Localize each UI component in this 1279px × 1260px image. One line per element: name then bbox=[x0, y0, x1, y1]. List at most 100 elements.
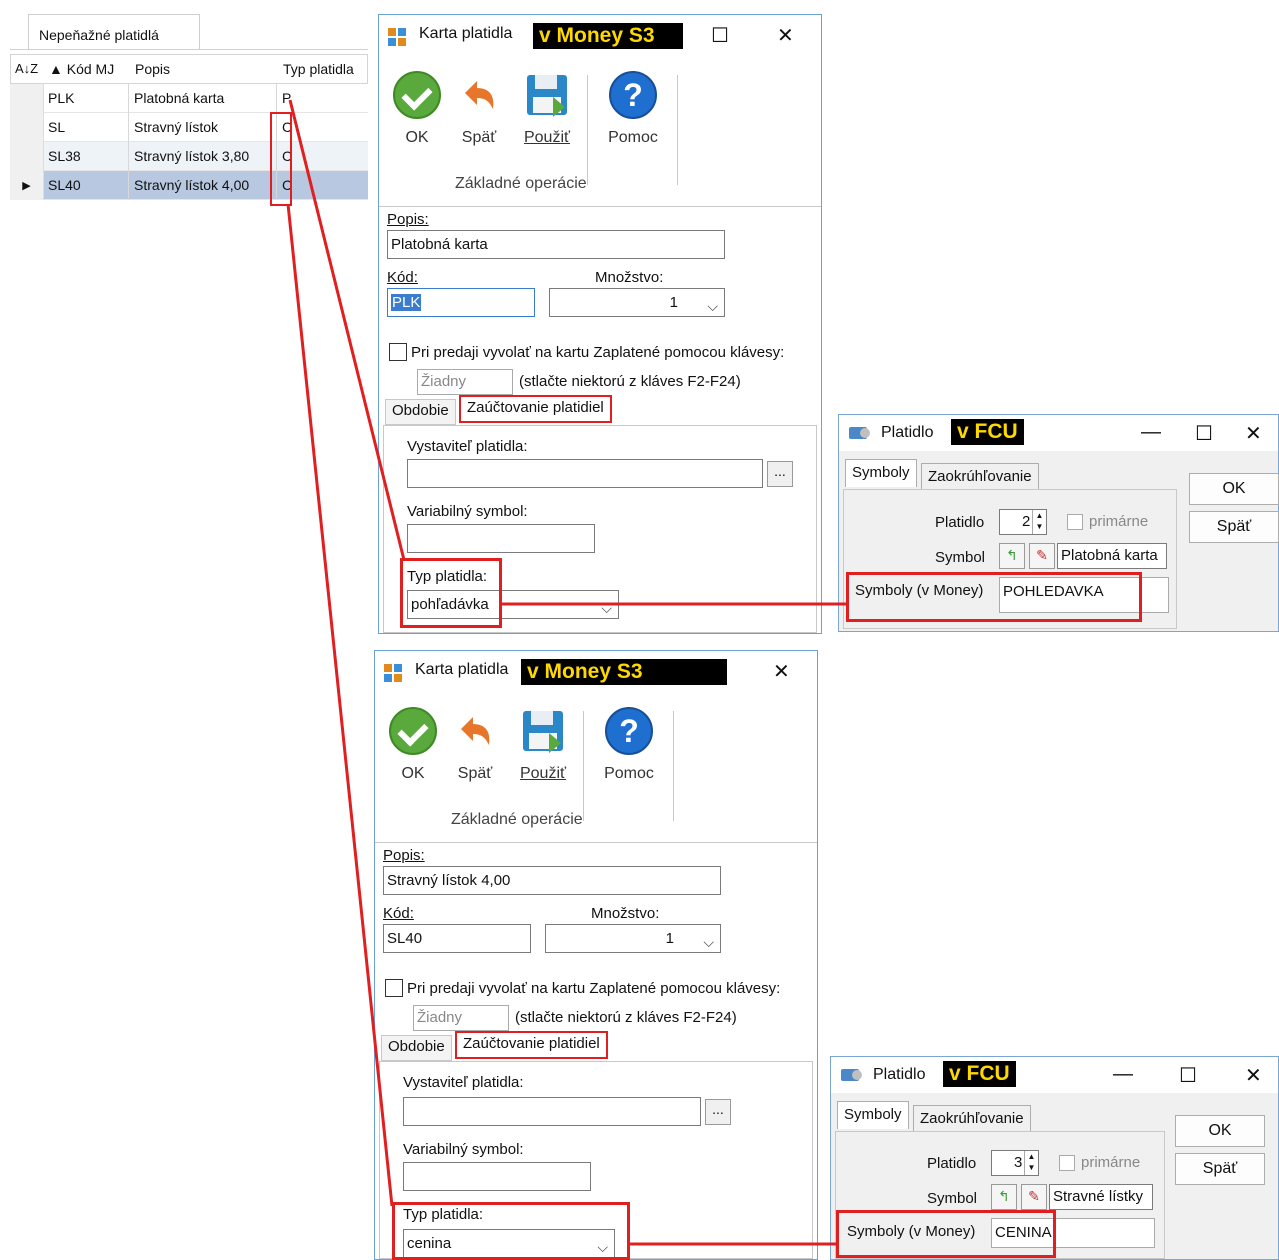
vystavitel-input[interactable] bbox=[407, 459, 763, 488]
minimize-icon[interactable]: — bbox=[1141, 421, 1161, 444]
platidlo-value: 2 bbox=[1022, 513, 1031, 530]
row-indicator bbox=[10, 84, 44, 113]
hotkey-input[interactable]: Žiadny bbox=[413, 1005, 509, 1031]
variabilny-symbol-label: Variabilný symbol: bbox=[407, 503, 528, 520]
back-button[interactable]: Späť bbox=[1189, 511, 1279, 543]
save-icon bbox=[523, 711, 563, 753]
ok-button[interactable]: OK bbox=[393, 71, 441, 147]
save-icon bbox=[527, 75, 567, 117]
edit-icon[interactable]: ✎ bbox=[1021, 1184, 1047, 1210]
back-button[interactable]: Späť bbox=[453, 71, 505, 147]
chevron-down-icon: ⌵ bbox=[601, 600, 612, 616]
edit-icon[interactable]: ✎ bbox=[1029, 543, 1055, 569]
column-header-popis[interactable]: Popis bbox=[135, 61, 170, 77]
close-icon[interactable]: ✕ bbox=[1245, 1063, 1262, 1088]
cell-kod: SL bbox=[48, 119, 66, 135]
platidlo-spinner[interactable]: 3 ▲ ▼ bbox=[991, 1150, 1039, 1176]
back-button[interactable]: Späť bbox=[449, 707, 501, 783]
kod-input[interactable]: PLK bbox=[387, 288, 535, 317]
tab-zauctovanie-platidiel[interactable]: Zaúčtovanie platidiel bbox=[455, 1031, 608, 1059]
platidlo-value: 3 bbox=[1014, 1154, 1023, 1171]
cell-popis: Platobná karta bbox=[134, 90, 225, 106]
browse-button[interactable]: ... bbox=[767, 461, 793, 487]
popis-input[interactable]: Platobná karta bbox=[387, 230, 725, 259]
platidlo-label: Platidlo bbox=[935, 514, 985, 531]
table-row-selected[interactable]: ▶ SL40 Stravný lístok 4,00 C bbox=[10, 171, 368, 200]
hotkey-checkbox[interactable] bbox=[385, 979, 403, 997]
undo-arrow-icon bbox=[465, 81, 494, 109]
undo-icon[interactable]: ↰ bbox=[999, 543, 1025, 569]
popis-input[interactable]: Stravný lístok 4,00 bbox=[383, 866, 721, 895]
help-icon: ? bbox=[609, 71, 657, 119]
ok-label: OK bbox=[405, 129, 429, 146]
title-bar: Karta platidla v Money S3 ✕ bbox=[375, 651, 817, 691]
browse-button[interactable]: ... bbox=[705, 1099, 731, 1125]
platidlo-spinner[interactable]: 2 ▲ ▼ bbox=[999, 509, 1047, 535]
ok-button[interactable]: OK bbox=[389, 707, 437, 783]
mnozstvo-combo[interactable]: 1 ⌵ bbox=[545, 924, 721, 953]
cell-kod: SL38 bbox=[48, 148, 81, 164]
minimize-icon[interactable]: — bbox=[1113, 1063, 1133, 1086]
maximize-icon[interactable]: ☐ bbox=[711, 23, 729, 48]
mnozstvo-label: Množstvo: bbox=[591, 905, 660, 922]
hotkey-input[interactable]: Žiadny bbox=[417, 369, 513, 395]
apply-button[interactable]: Použiť bbox=[517, 71, 577, 147]
close-icon[interactable]: ✕ bbox=[1245, 421, 1262, 446]
hotkey-checkbox[interactable] bbox=[389, 343, 407, 361]
toolbar: OK Späť Použiť ? Pomoc Základné operácie bbox=[375, 695, 817, 843]
symbol-input[interactable]: Stravné lístky bbox=[1049, 1184, 1153, 1210]
chevron-down-icon: ⌵ bbox=[707, 298, 718, 314]
ok-button[interactable]: OK bbox=[1189, 473, 1279, 505]
maximize-icon[interactable]: ☐ bbox=[1179, 1063, 1197, 1088]
maximize-icon[interactable]: ☐ bbox=[1195, 421, 1213, 446]
sort-az-icon[interactable]: A↓Z bbox=[15, 61, 38, 76]
highlight-symboly-money-1 bbox=[846, 572, 1142, 622]
symbol-input[interactable]: Platobná karta bbox=[1057, 543, 1167, 569]
karta-platidla-window-2: Karta platidla v Money S3 ✕ OK Späť Použ… bbox=[374, 650, 818, 1260]
toolbar-group-label: Základné operácie bbox=[455, 175, 587, 192]
primarne-checkbox[interactable] bbox=[1059, 1155, 1075, 1171]
ok-button[interactable]: OK bbox=[1175, 1115, 1265, 1147]
table-row[interactable]: PLK Platobná karta P bbox=[10, 84, 368, 113]
app-icon bbox=[384, 664, 402, 682]
table-row[interactable]: SL Stravný lístok C bbox=[10, 113, 368, 142]
fcu-tag: v FCU bbox=[943, 1061, 1016, 1087]
vystavitel-label: Vystaviteľ platidla: bbox=[403, 1074, 524, 1091]
mnozstvo-combo[interactable]: 1 ⌵ bbox=[549, 288, 725, 317]
hotkey-hint: (stlačte niektorú z kláves F2-F24) bbox=[515, 1009, 737, 1026]
apply-button[interactable]: Použiť bbox=[513, 707, 573, 783]
column-header-kod[interactable]: ▲ Kód MJ bbox=[49, 61, 114, 77]
help-button[interactable]: ? Pomoc bbox=[601, 71, 665, 147]
kod-input[interactable]: SL40 bbox=[383, 924, 531, 953]
tab-zaokruhlovanie[interactable]: Zaokrúhľovanie bbox=[921, 463, 1039, 491]
tab-symboly[interactable]: Symboly bbox=[845, 459, 917, 487]
tab-obdobie[interactable]: Obdobie bbox=[385, 399, 456, 425]
tab-zaokruhlovanie[interactable]: Zaokrúhľovanie bbox=[913, 1105, 1031, 1133]
undo-icon[interactable]: ↰ bbox=[991, 1184, 1017, 1210]
tab-obdobie[interactable]: Obdobie bbox=[381, 1035, 452, 1061]
spin-arrows-icon[interactable]: ▲ ▼ bbox=[1032, 510, 1046, 534]
table-row[interactable]: SL38 Stravný lístok 3,80 C bbox=[10, 142, 368, 171]
app-icon bbox=[841, 1069, 862, 1081]
help-button[interactable]: ? Pomoc bbox=[597, 707, 661, 783]
column-header-typ[interactable]: Typ platidla bbox=[283, 61, 354, 77]
cell-popis: Stravný lístok bbox=[134, 119, 219, 135]
back-button[interactable]: Späť bbox=[1175, 1153, 1265, 1185]
variabilny-symbol-input[interactable] bbox=[407, 524, 595, 553]
primarne-label: primárne bbox=[1081, 1154, 1141, 1171]
toolbar-group-label: Základné operácie bbox=[451, 811, 583, 828]
tab-nepenazne-platidla[interactable]: Nepeňažné platidlá bbox=[28, 14, 200, 50]
kod-label: Kód: bbox=[383, 905, 414, 922]
close-icon[interactable]: ✕ bbox=[773, 659, 790, 684]
tab-zauctovanie-platidiel[interactable]: Zaúčtovanie platidiel bbox=[459, 395, 612, 423]
title-bar: Platidlo v FCU — ☐ ✕ bbox=[831, 1057, 1278, 1093]
variabilny-symbol-input[interactable] bbox=[403, 1162, 591, 1191]
close-icon[interactable]: ✕ bbox=[777, 23, 794, 48]
primarne-checkbox[interactable] bbox=[1067, 514, 1083, 530]
tab-symboly[interactable]: Symboly bbox=[837, 1101, 909, 1129]
spin-arrows-icon[interactable]: ▲ ▼ bbox=[1024, 1151, 1038, 1175]
toolbar-separator bbox=[583, 711, 584, 821]
vystavitel-input[interactable] bbox=[403, 1097, 701, 1126]
mnozstvo-label: Množstvo: bbox=[595, 269, 664, 286]
symbol-label: Symbol bbox=[927, 1190, 978, 1207]
